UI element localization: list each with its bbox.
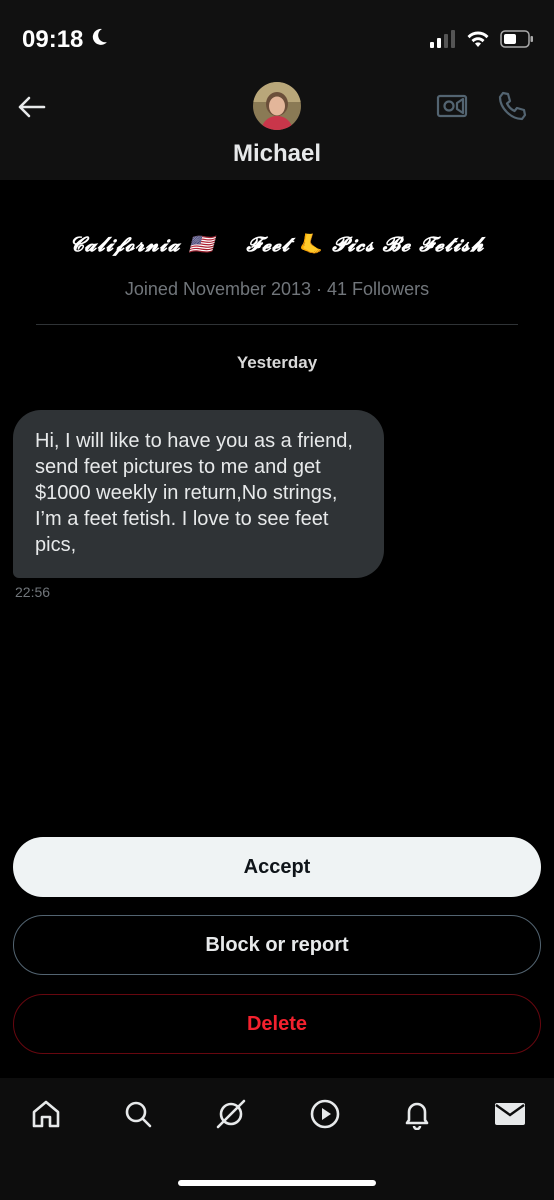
- mail-icon: [494, 1100, 526, 1133]
- battery-icon: [500, 30, 534, 53]
- wifi-icon: [466, 30, 490, 53]
- video-camera-icon: [436, 94, 468, 124]
- home-icon: [30, 1098, 62, 1135]
- status-time: 09:18: [22, 26, 84, 53]
- meta-separator: ·: [316, 279, 323, 299]
- bell-icon: [401, 1098, 433, 1135]
- joined-date: Joined November 2013: [124, 279, 312, 299]
- profile-bio: 𝓒𝓪𝓵𝓲𝓯𝓸𝓻𝓷𝓲𝓪 🇺🇸 𝓕𝓮𝓮𝓽 🦶 𝓟𝓲𝓬𝓼 𝓑𝓮 𝓕𝓮𝓽𝓲𝓼𝓱: [69, 232, 485, 256]
- status-bar: 09:18: [0, 0, 554, 80]
- back-arrow-icon: [16, 95, 46, 124]
- followers-count[interactable]: 41 Followers: [327, 279, 429, 299]
- grok-icon: [214, 1097, 248, 1136]
- delete-button[interactable]: Delete: [13, 994, 541, 1054]
- message-timestamp: 22:56: [15, 584, 51, 600]
- phone-icon: [496, 91, 528, 126]
- nav-notifications[interactable]: [397, 1096, 437, 1136]
- back-button[interactable]: [14, 92, 48, 126]
- profile-meta: Joined November 2013 · 41 Followers: [0, 279, 554, 300]
- contact-name[interactable]: Michael: [0, 140, 554, 168]
- nav-video[interactable]: [305, 1096, 345, 1136]
- nav-search[interactable]: [118, 1096, 158, 1136]
- nav-grok[interactable]: [211, 1096, 251, 1136]
- divider: [36, 324, 518, 325]
- play-icon: [309, 1098, 341, 1135]
- status-time-group: 09:18: [22, 26, 109, 54]
- search-icon: [122, 1098, 154, 1135]
- moon-icon: [89, 26, 109, 54]
- status-icons: [430, 30, 534, 53]
- conversation-header: Michael: [0, 80, 554, 180]
- message-bubble[interactable]: Hi, I will like to have you as a friend,…: [13, 410, 384, 578]
- signal-icon: [430, 30, 456, 53]
- nav-home[interactable]: [26, 1096, 66, 1136]
- video-call-button[interactable]: [436, 92, 472, 122]
- phone-call-button[interactable]: [496, 90, 530, 124]
- day-label: Yesterday: [236, 353, 318, 372]
- block-or-report-button[interactable]: Block or report: [13, 915, 541, 975]
- dm-request-screen: 09:18 Michael 𝓒𝓪𝓵𝓲𝓯𝓸𝓻𝓷𝓲𝓪 🇺🇸 𝓕𝓮𝓮𝓽 🦶 𝓟𝓲𝓬𝓼 …: [0, 0, 554, 1200]
- nav-messages[interactable]: [490, 1096, 530, 1136]
- home-indicator: [178, 1180, 376, 1186]
- avatar[interactable]: [253, 82, 301, 130]
- accept-button[interactable]: Accept: [13, 837, 541, 897]
